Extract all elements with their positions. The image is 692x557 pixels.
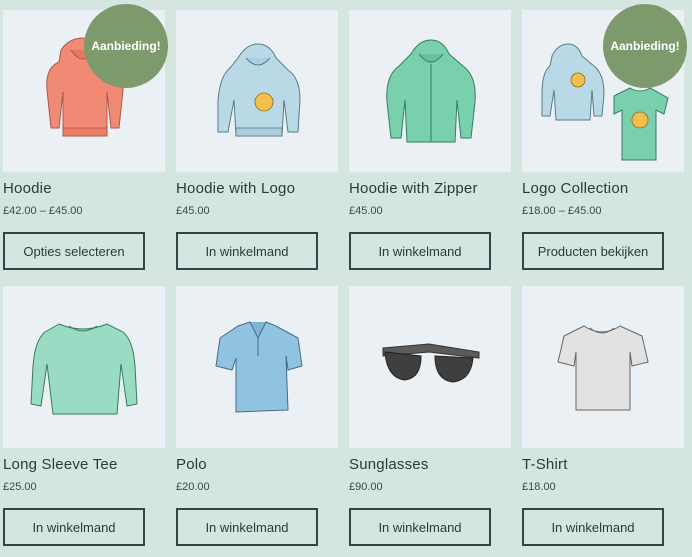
product-price: £45.00	[349, 205, 383, 217]
product-image[interactable]	[349, 286, 511, 448]
long-sleeve-tee-icon	[30, 323, 138, 415]
select-options-button[interactable]: Opties selecteren	[3, 232, 145, 270]
sale-badge: Aanbieding!	[603, 4, 687, 88]
product-image[interactable]	[176, 10, 338, 172]
product-price: £20.00	[176, 481, 210, 493]
product-name[interactable]: Hoodie with Zipper	[349, 180, 511, 197]
product-card-t-shirt: T-Shirt £18.00 In winkelmand	[522, 286, 684, 546]
product-card-long-sleeve-tee: Long Sleeve Tee £25.00 In winkelmand	[3, 286, 165, 546]
add-to-cart-button[interactable]: In winkelmand	[522, 508, 664, 546]
product-image[interactable]	[3, 286, 165, 448]
add-to-cart-button[interactable]: In winkelmand	[176, 508, 318, 546]
add-to-cart-button[interactable]: In winkelmand	[349, 508, 491, 546]
product-image[interactable]	[176, 286, 338, 448]
product-name[interactable]: Hoodie with Logo	[176, 180, 338, 197]
product-price: £42.00 – £45.00	[3, 205, 83, 217]
product-card-polo: Polo £20.00 In winkelmand	[176, 286, 338, 546]
sunglasses-icon	[382, 343, 480, 383]
product-price: £18.00	[522, 481, 556, 493]
polo-icon	[215, 321, 303, 413]
product-price: £18.00 – £45.00	[522, 205, 602, 217]
product-card-hoodie-with-logo: Hoodie with Logo £45.00 In winkelmand	[176, 10, 338, 270]
product-price: £45.00	[176, 205, 210, 217]
product-price: £25.00	[3, 481, 37, 493]
product-image[interactable]	[522, 286, 684, 448]
product-image[interactable]: Aanbieding!	[522, 4, 687, 172]
product-name[interactable]: Logo Collection	[522, 180, 684, 197]
product-price: £90.00	[349, 481, 383, 493]
product-image[interactable]	[349, 10, 511, 172]
product-name[interactable]: Sunglasses	[349, 456, 511, 473]
product-name[interactable]: Polo	[176, 456, 338, 473]
product-card-logo-collection: Aanbieding! Logo Collection £18.00 – £45…	[522, 4, 687, 270]
add-to-cart-button[interactable]: In winkelmand	[3, 508, 145, 546]
product-name[interactable]: T-Shirt	[522, 456, 684, 473]
hoodie-zipper-icon	[386, 39, 476, 143]
add-to-cart-button[interactable]: In winkelmand	[176, 232, 318, 270]
view-products-button[interactable]: Producten bekijken	[522, 232, 664, 270]
product-card-hoodie-with-zipper: Hoodie with Zipper £45.00 In winkelmand	[349, 10, 511, 270]
add-to-cart-button[interactable]: In winkelmand	[349, 232, 491, 270]
product-card-hoodie: Aanbieding! Hoodie £42.00 – £45.00 Optie…	[3, 4, 168, 270]
product-name[interactable]: Hoodie	[3, 180, 165, 197]
tshirt-icon	[557, 325, 649, 411]
product-name[interactable]: Long Sleeve Tee	[3, 456, 165, 473]
hoodie-logo-icon	[217, 43, 301, 137]
sale-badge: Aanbieding!	[84, 4, 168, 88]
product-image[interactable]: Aanbieding!	[3, 4, 168, 172]
product-card-sunglasses: Sunglasses £90.00 In winkelmand	[349, 286, 511, 546]
